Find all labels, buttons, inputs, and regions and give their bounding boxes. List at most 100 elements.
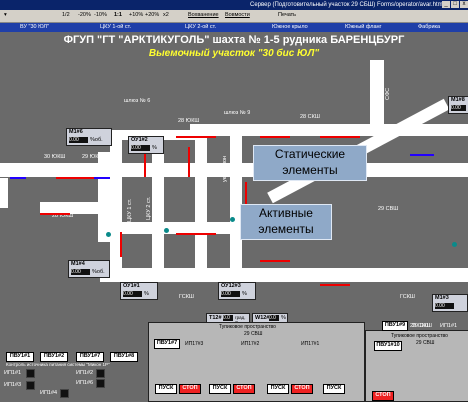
sensor-m16[interactable]: М1#6 0.00 %об. — [66, 128, 112, 146]
print-button[interactable]: Печать — [278, 12, 296, 18]
pvu-button[interactable]: ПВУ1#1 — [6, 352, 34, 362]
label-30-ush: 30 ЮКШ — [44, 154, 66, 160]
sensor-value: 0.00 — [221, 291, 240, 297]
airflow-arrow — [120, 232, 122, 257]
sensor-unit: % — [144, 291, 149, 297]
nav-tabs: ВУ "30 ЮЛ" ЦКУ 1-ой ст. ЦКУ 2-ой ст. Южн… — [0, 23, 468, 32]
zoom-plus10-button[interactable]: +10% — [129, 12, 143, 18]
sensor-value: 0.00 — [69, 137, 88, 143]
dead-end-title: Тупиковое пространство — [219, 324, 276, 330]
label-shlyuz-6: шлюз № 6 — [124, 98, 151, 104]
sensor-oy123[interactable]: ОУ12#3 0.00 % — [218, 282, 256, 300]
label-gsksh: ГСКШ — [179, 294, 194, 300]
maximize-button[interactable]: □ — [451, 1, 459, 8]
sensor-m4[interactable]: М1#4 0.00 %об. — [68, 260, 110, 278]
sensor-m3[interactable]: М1#3 0.00 — [432, 294, 468, 312]
callout-static: Статические элементы — [253, 145, 367, 181]
tunnel-vert-2 — [152, 132, 164, 282]
label-shlyuz-8: шлюз № 8 — [110, 165, 116, 192]
control-panel: Тупиковое пространство 29 СВШ ПВУ1#7 ИП1… — [0, 321, 468, 402]
sensor-oy12[interactable]: ОУ1#2 0.00 % — [128, 136, 164, 154]
dead-end-subtitle: 29 СВШ — [416, 340, 435, 346]
sensor-point[interactable] — [452, 242, 457, 247]
zoom-half-button[interactable]: 1/2 — [62, 12, 70, 18]
airflow-arrow — [260, 260, 290, 262]
ip-label: ИП1#6 — [76, 380, 94, 386]
tunnel-gsksh — [100, 268, 468, 282]
tab-south-flank[interactable]: Южный фланг — [345, 24, 382, 30]
zoom-1to1-button[interactable]: 1:1 — [114, 12, 122, 18]
start-button[interactable]: ПУСК — [267, 384, 289, 394]
tab-vu-30[interactable]: ВУ "30 ЮЛ" — [20, 24, 49, 30]
sensor-point[interactable] — [106, 232, 111, 237]
window-title: Сервер (Подготовительный участок 29 СБШ)… — [250, 2, 443, 8]
tab-south-wing[interactable]: Южное крыло — [272, 24, 308, 30]
pvu-button[interactable]: ПВУ1#8 — [110, 352, 138, 362]
sensor-point[interactable] — [164, 228, 169, 233]
label-29-csh-b: 29 СКШ — [410, 323, 430, 329]
sensor-name: ОУ1#2 — [131, 137, 148, 143]
title-bar: Сервер (Подготовительный участок 29 СБШ)… — [0, 0, 468, 10]
airflow-arrow — [176, 233, 216, 235]
start-button[interactable]: ПУСК — [323, 384, 345, 394]
stop-button[interactable]: СТОП — [291, 384, 313, 394]
tab-cku1[interactable]: ЦКУ 1-ой ст. — [100, 24, 131, 30]
stop-button[interactable]: СТОП — [179, 384, 201, 394]
zoom-minus10-button[interactable]: -10% — [94, 12, 107, 18]
sensor-point[interactable] — [230, 217, 235, 222]
airflow-arrow — [260, 136, 290, 138]
ip-indicator[interactable] — [96, 379, 105, 388]
label-uklon: укл. уклон — [222, 155, 228, 182]
label-29-ush: 29 ЮКШ — [82, 154, 104, 160]
ip-indicator[interactable] — [26, 369, 35, 378]
pvu-button[interactable]: ПВУ1#10 — [374, 341, 402, 351]
back-button[interactable]: Вовмости — [225, 12, 250, 18]
airflow-arrow — [320, 284, 350, 286]
tab-factory[interactable]: Фабрика — [418, 24, 440, 30]
start-button[interactable]: ПУСК — [209, 384, 231, 394]
zoom-plus20-button[interactable]: +20% — [145, 12, 159, 18]
dead-end-title: Тупиковое пространство — [391, 333, 448, 339]
ip-label: ИП17#2 — [241, 341, 260, 347]
ip-indicator[interactable] — [60, 389, 69, 398]
sensor-name: М1#8 — [451, 97, 465, 103]
zoom-minus20-button[interactable]: -20% — [78, 12, 91, 18]
sensor-value: 0.00 — [451, 105, 466, 111]
ip-label: ИП1#1 — [440, 323, 458, 329]
sensor-name: W12# — [255, 315, 270, 321]
sensor-name: ОУ1#1 — [123, 283, 140, 289]
airflow-arrow — [40, 213, 70, 215]
sensor-value: 0.00 — [71, 269, 90, 275]
sensor-value: 0.00 — [123, 291, 142, 297]
start-button[interactable]: ПУСК — [155, 384, 177, 394]
label-29-svsh: 29 СВШ — [378, 206, 399, 212]
ip-label: ИП17#1 — [301, 341, 320, 347]
stop-button[interactable]: СТОП — [233, 384, 255, 394]
pvu-button[interactable]: ПВУ1#7 — [76, 352, 104, 362]
sensor-unit: %об. — [92, 269, 105, 275]
minimize-button[interactable]: _ — [442, 1, 450, 8]
sensor-value: 0.00 — [435, 303, 454, 309]
sensor-unit: % — [242, 291, 247, 297]
airflow-arrow — [410, 154, 434, 156]
sensor-unit: % — [152, 145, 157, 151]
sensor-value: 0.00 — [131, 145, 150, 151]
tunnel-sfs — [370, 60, 384, 132]
sensor-oy11[interactable]: ОУ1#1 0.00 % — [120, 282, 158, 300]
sensor-m18[interactable]: М1#8 0.00 — [448, 96, 468, 114]
stop-button[interactable]: СТОП — [372, 391, 394, 401]
ip-indicator[interactable] — [96, 369, 105, 378]
pvu-button[interactable]: ПВУ1#2 — [40, 352, 68, 362]
tab-cku2[interactable]: ЦКУ 2-ой ст. — [185, 24, 216, 30]
dropdown-icon[interactable]: ▾ — [4, 12, 7, 18]
restore-button[interactable]: Вохванение — [188, 12, 219, 18]
close-button[interactable]: x — [460, 1, 468, 8]
pvu-button[interactable]: ПВУ1#9 — [382, 321, 408, 331]
ip-indicator[interactable] — [26, 381, 35, 390]
airflow-arrow — [56, 177, 96, 179]
ip-label: ИП17#3 — [185, 341, 204, 347]
sensor-name: Т12# — [209, 315, 222, 321]
zoom-x2-button[interactable]: x2 — [163, 12, 169, 18]
airflow-arrow — [176, 136, 216, 138]
pvu-button[interactable]: ПВУ1#7 — [154, 339, 180, 349]
